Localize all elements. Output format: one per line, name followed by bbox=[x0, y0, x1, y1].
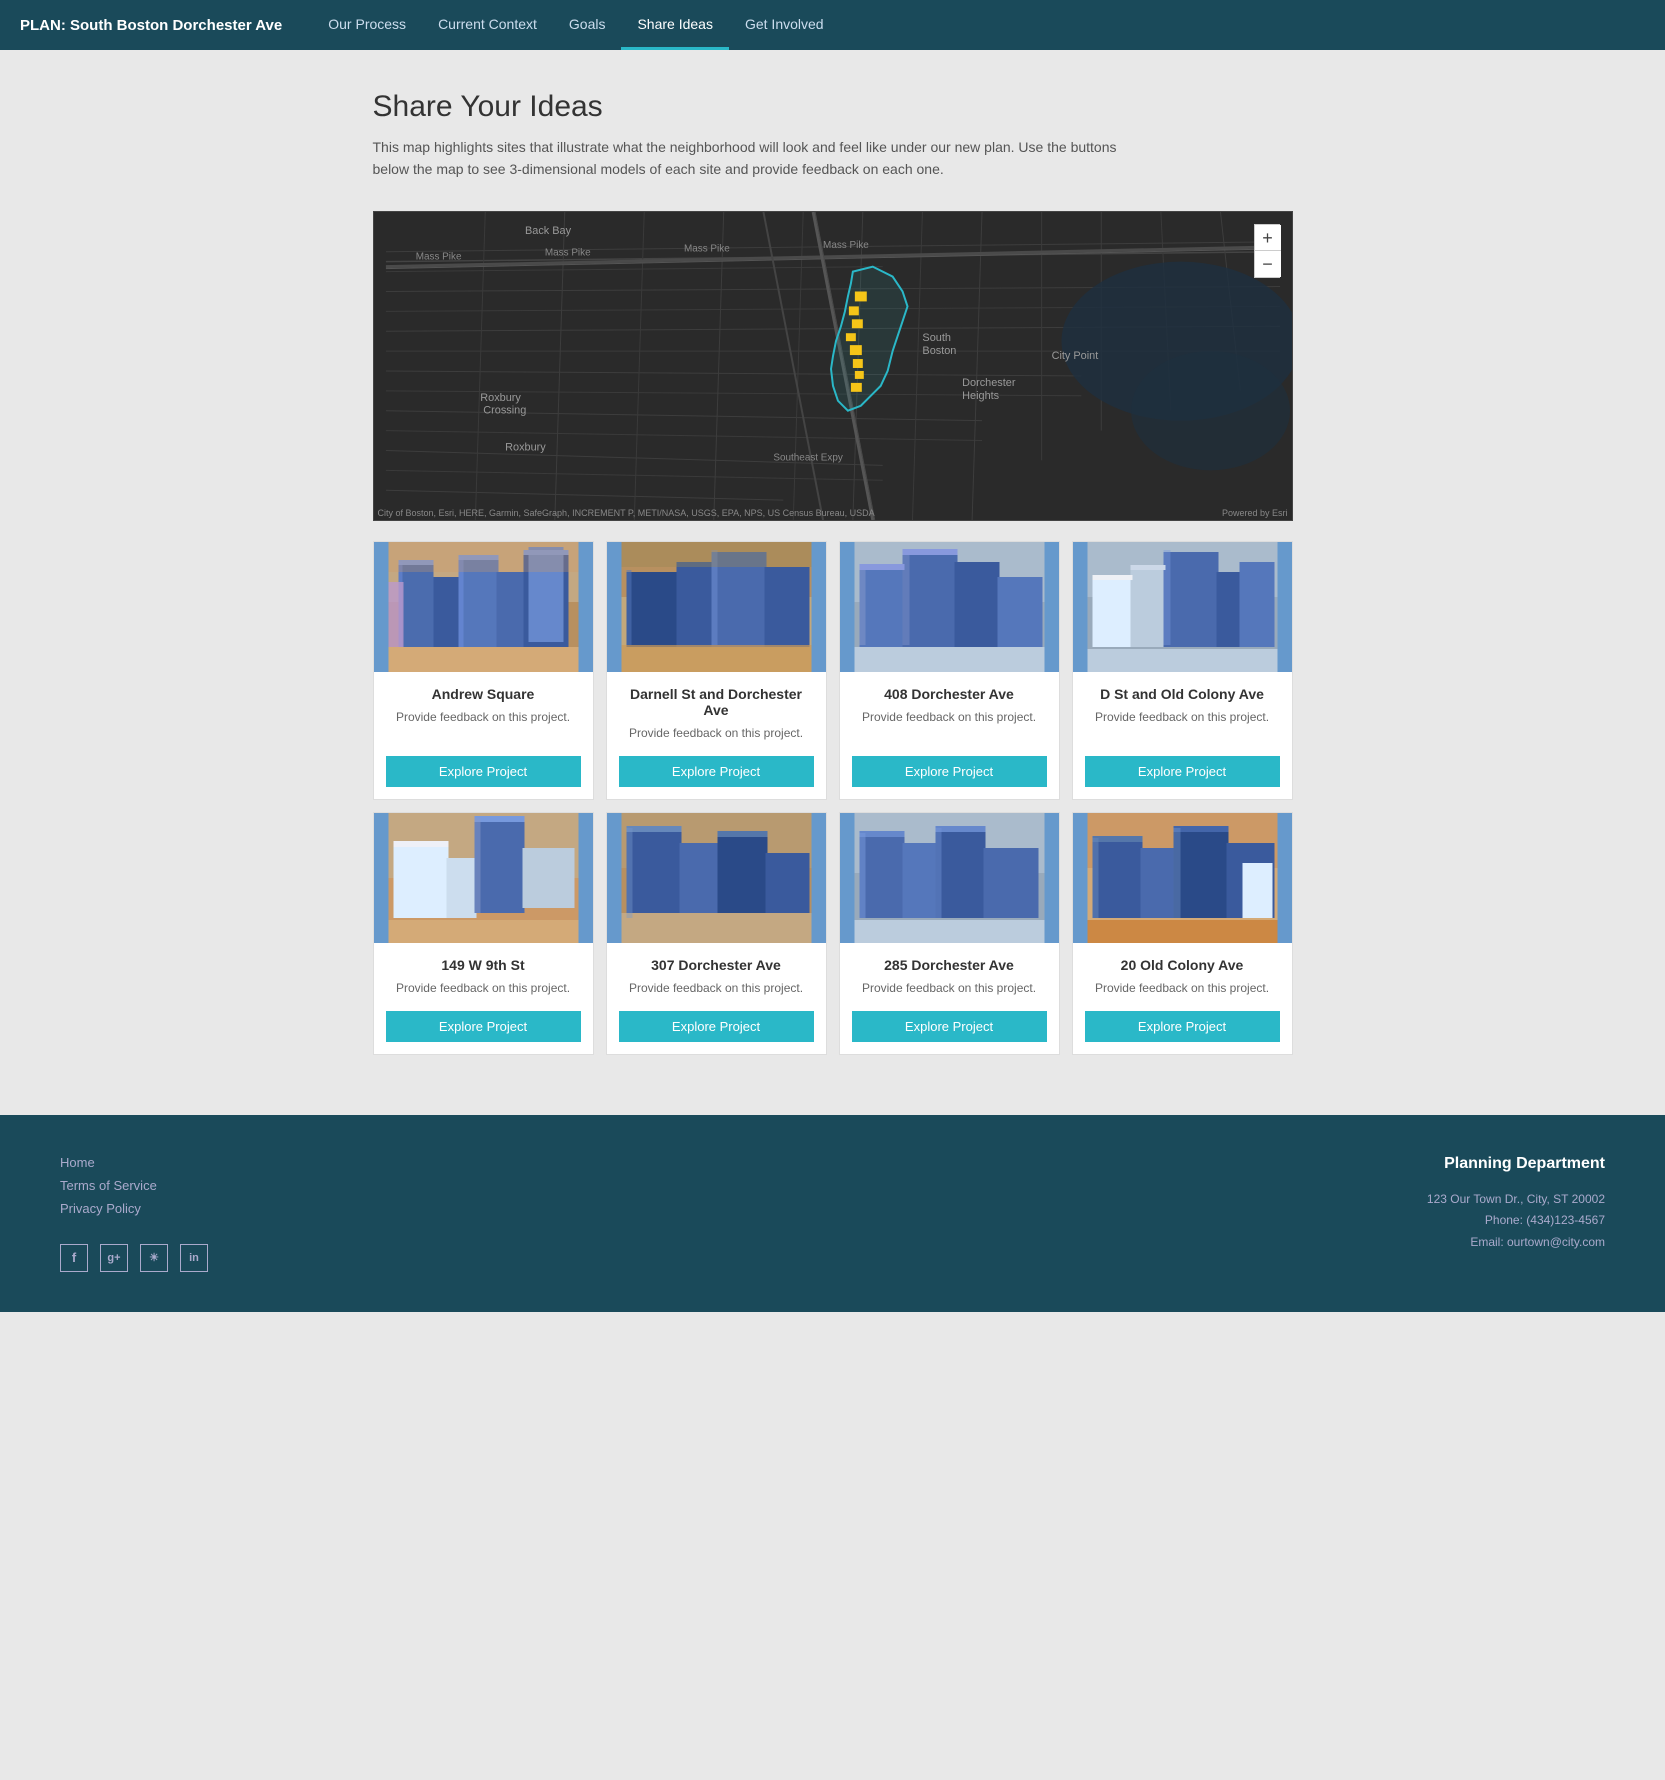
card-body-2: Darnell St and Dorchester Ave Provide fe… bbox=[607, 672, 826, 799]
card-image-5 bbox=[374, 813, 593, 943]
card-desc-1: Provide feedback on this project. bbox=[386, 710, 581, 740]
main-content: Share Your Ideas This map highlights sit… bbox=[353, 50, 1313, 1115]
svg-text:Mass Pike: Mass Pike bbox=[823, 240, 869, 251]
card-desc-8: Provide feedback on this project. bbox=[1085, 981, 1280, 995]
nav-current-context[interactable]: Current Context bbox=[422, 0, 553, 50]
card-body-5: 149 W 9th St Provide feedback on this pr… bbox=[374, 943, 593, 1054]
card-body-7: 285 Dorchester Ave Provide feedback on t… bbox=[840, 943, 1059, 1054]
explore-btn-4[interactable]: Explore Project bbox=[1085, 756, 1280, 787]
footer-social: f g+ ☀ in bbox=[60, 1244, 220, 1272]
footer-email: Email: ourtown@city.com bbox=[1427, 1232, 1605, 1254]
card-darnell: Darnell St and Dorchester Ave Provide fe… bbox=[606, 541, 827, 800]
footer-right: Planning Department 123 Our Town Dr., Ci… bbox=[1427, 1155, 1605, 1272]
footer-contact: 123 Our Town Dr., City, ST 20002 Phone: … bbox=[1427, 1189, 1605, 1254]
card-title-6: 307 Dorchester Ave bbox=[619, 957, 814, 973]
explore-btn-2[interactable]: Explore Project bbox=[619, 756, 814, 787]
card-title-2: Darnell St and Dorchester Ave bbox=[619, 686, 814, 718]
card-title-4: D St and Old Colony Ave bbox=[1085, 686, 1280, 702]
card-image-6 bbox=[607, 813, 826, 943]
card-desc-5: Provide feedback on this project. bbox=[386, 981, 581, 995]
card-408-dorchester: 408 Dorchester Ave Provide feedback on t… bbox=[839, 541, 1060, 800]
main-nav: PLAN: South Boston Dorchester Ave Our Pr… bbox=[0, 0, 1665, 50]
svg-text:City Point: City Point bbox=[1051, 350, 1098, 362]
svg-text:Crossing: Crossing bbox=[483, 404, 526, 416]
footer-department-title: Planning Department bbox=[1427, 1155, 1605, 1173]
map-attribution: City of Boston, Esri, HERE, Garmin, Safe… bbox=[378, 508, 875, 518]
card-desc-7: Provide feedback on this project. bbox=[852, 981, 1047, 995]
footer-phone: Phone: (434)123-4567 bbox=[1427, 1210, 1605, 1232]
card-285-dorchester: 285 Dorchester Ave Provide feedback on t… bbox=[839, 812, 1060, 1055]
footer-address: 123 Our Town Dr., City, ST 20002 bbox=[1427, 1189, 1605, 1211]
svg-text:Heights: Heights bbox=[962, 390, 1000, 402]
nav-our-process[interactable]: Our Process bbox=[312, 0, 422, 50]
card-image-7 bbox=[840, 813, 1059, 943]
card-desc-6: Provide feedback on this project. bbox=[619, 981, 814, 995]
card-title-1: Andrew Square bbox=[386, 686, 581, 702]
card-body-1: Andrew Square Provide feedback on this p… bbox=[374, 672, 593, 799]
nav-links: Our Process Current Context Goals Share … bbox=[312, 0, 839, 50]
map-attribution-right: Powered by Esri bbox=[1222, 508, 1288, 518]
card-body-6: 307 Dorchester Ave Provide feedback on t… bbox=[607, 943, 826, 1054]
nav-goals[interactable]: Goals bbox=[553, 0, 622, 50]
card-dst-old-colony: D St and Old Colony Ave Provide feedback… bbox=[1072, 541, 1293, 800]
svg-text:Mass Pike: Mass Pike bbox=[544, 247, 590, 258]
svg-text:Mass Pike: Mass Pike bbox=[683, 244, 729, 255]
card-title-7: 285 Dorchester Ave bbox=[852, 957, 1047, 973]
svg-text:Dorchester: Dorchester bbox=[962, 377, 1016, 389]
explore-btn-8[interactable]: Explore Project bbox=[1085, 1011, 1280, 1042]
card-title-3: 408 Dorchester Ave bbox=[852, 686, 1047, 702]
map-container: Back Bay Mass Pike Mass Pike Mass Pike M… bbox=[373, 211, 1293, 521]
footer-left: Home Terms of Service Privacy Policy f g… bbox=[60, 1155, 220, 1272]
projects-grid: Andrew Square Provide feedback on this p… bbox=[373, 541, 1293, 1055]
social-facebook[interactable]: f bbox=[60, 1244, 88, 1272]
social-google-plus[interactable]: g+ bbox=[100, 1244, 128, 1272]
footer-link-privacy[interactable]: Privacy Policy bbox=[60, 1201, 220, 1216]
card-body-4: D St and Old Colony Ave Provide feedback… bbox=[1073, 672, 1292, 799]
card-image-4 bbox=[1073, 542, 1292, 672]
nav-brand: PLAN: South Boston Dorchester Ave bbox=[20, 17, 282, 34]
card-desc-2: Provide feedback on this project. bbox=[619, 726, 814, 740]
card-20-old-colony: 20 Old Colony Ave Provide feedback on th… bbox=[1072, 812, 1293, 1055]
explore-btn-5[interactable]: Explore Project bbox=[386, 1011, 581, 1042]
explore-btn-6[interactable]: Explore Project bbox=[619, 1011, 814, 1042]
explore-btn-1[interactable]: Explore Project bbox=[386, 756, 581, 787]
explore-btn-3[interactable]: Explore Project bbox=[852, 756, 1047, 787]
card-andrew-square: Andrew Square Provide feedback on this p… bbox=[373, 541, 594, 800]
footer: Home Terms of Service Privacy Policy f g… bbox=[0, 1115, 1665, 1312]
social-instagram[interactable]: ☀ bbox=[140, 1244, 168, 1272]
map-zoom-in[interactable]: + bbox=[1255, 225, 1281, 251]
card-307-dorchester: 307 Dorchester Ave Provide feedback on t… bbox=[606, 812, 827, 1055]
card-149-w9th: 149 W 9th St Provide feedback on this pr… bbox=[373, 812, 594, 1055]
page-description: This map highlights sites that illustrat… bbox=[373, 136, 1123, 181]
svg-text:South: South bbox=[922, 332, 951, 344]
card-body-3: 408 Dorchester Ave Provide feedback on t… bbox=[840, 672, 1059, 799]
svg-text:Roxbury: Roxbury bbox=[505, 441, 546, 453]
footer-link-tos[interactable]: Terms of Service bbox=[60, 1178, 220, 1193]
map-svg: Back Bay Mass Pike Mass Pike Mass Pike M… bbox=[374, 212, 1292, 520]
card-body-8: 20 Old Colony Ave Provide feedback on th… bbox=[1073, 943, 1292, 1054]
svg-text:Back Bay: Back Bay bbox=[525, 225, 572, 237]
svg-text:Roxbury: Roxbury bbox=[480, 392, 521, 404]
card-desc-4: Provide feedback on this project. bbox=[1085, 710, 1280, 740]
page-title: Share Your Ideas bbox=[373, 90, 1293, 124]
card-title-5: 149 W 9th St bbox=[386, 957, 581, 973]
card-image-8 bbox=[1073, 813, 1292, 943]
footer-link-home[interactable]: Home bbox=[60, 1155, 220, 1170]
social-linkedin[interactable]: in bbox=[180, 1244, 208, 1272]
card-image-3 bbox=[840, 542, 1059, 672]
explore-btn-7[interactable]: Explore Project bbox=[852, 1011, 1047, 1042]
nav-share-ideas[interactable]: Share Ideas bbox=[621, 0, 729, 50]
card-title-8: 20 Old Colony Ave bbox=[1085, 957, 1280, 973]
nav-get-involved[interactable]: Get Involved bbox=[729, 0, 840, 50]
svg-text:Southeast Expy: Southeast Expy bbox=[773, 452, 843, 463]
svg-text:Boston: Boston bbox=[922, 345, 956, 357]
svg-text:Mass Pike: Mass Pike bbox=[415, 251, 461, 262]
card-desc-3: Provide feedback on this project. bbox=[852, 710, 1047, 740]
card-image-1 bbox=[374, 542, 593, 672]
card-image-2 bbox=[607, 542, 826, 672]
map-zoom-controls: + − bbox=[1254, 224, 1280, 278]
map-zoom-out[interactable]: − bbox=[1255, 251, 1281, 277]
